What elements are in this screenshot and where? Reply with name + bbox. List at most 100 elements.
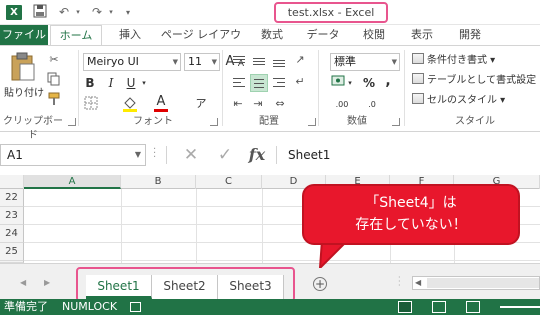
font-color-button[interactable]: A: [154, 95, 168, 112]
increase-decimal-button[interactable]: .00: [330, 96, 354, 114]
align-left-icon[interactable]: [230, 74, 248, 92]
underline-dropdown-icon[interactable]: ▾: [140, 74, 148, 92]
clipboard-group-label: クリップボード: [3, 116, 63, 141]
cut-icon[interactable]: ✂: [46, 52, 62, 68]
gridline: [262, 189, 263, 263]
font-size-select[interactable]: 11 ▼: [184, 53, 220, 71]
wrap-text-icon[interactable]: ↵: [292, 74, 308, 90]
tab-home[interactable]: ホーム: [50, 25, 102, 45]
scroll-tabs-left-icon[interactable]: ◀: [20, 278, 26, 287]
tab-split-grip-icon[interactable]: · · ·: [398, 274, 402, 290]
save-icon[interactable]: [32, 4, 48, 21]
scroll-left-icon[interactable]: ◀: [415, 278, 421, 287]
window-title: test.xlsx - Excel: [274, 2, 388, 23]
cell-styles-button[interactable]: セルのスタイル ▾: [412, 93, 505, 109]
scrollbar-thumb[interactable]: [427, 278, 539, 288]
confirm-entry-icon[interactable]: ✓: [214, 144, 236, 166]
number-launcher-icon[interactable]: [392, 118, 400, 126]
underline-button[interactable]: U: [124, 74, 138, 92]
formula-bar: A1 ▼ · · · ✕ ✓ fx Sheet1: [0, 140, 540, 168]
redo-icon[interactable]: ↷: [89, 4, 105, 21]
decrease-decimal-button[interactable]: .0: [360, 96, 384, 114]
status-bar: 準備完了 NUMLOCK: [0, 299, 540, 315]
tab-data[interactable]: データ: [304, 25, 342, 45]
copy-icon[interactable]: [46, 72, 62, 88]
align-center-icon[interactable]: [250, 74, 268, 92]
callout-line-2: 存在していない！: [355, 217, 467, 233]
column-header-b[interactable]: B: [121, 175, 196, 189]
excel-logo-icon: X: [6, 5, 22, 20]
select-all-corner[interactable]: [0, 175, 24, 189]
decrease-indent-icon[interactable]: ⇤: [230, 96, 246, 112]
column-header-a[interactable]: A: [24, 175, 121, 189]
group-divider: [404, 50, 405, 126]
row-header-22[interactable]: 22: [0, 189, 24, 207]
orientation-icon[interactable]: ↗: [292, 52, 308, 68]
align-middle-icon[interactable]: [250, 52, 268, 70]
scroll-tabs-right-icon[interactable]: ▶: [44, 278, 50, 287]
accounting-format-icon[interactable]: [330, 74, 346, 90]
format-painter-icon[interactable]: [46, 92, 62, 108]
format-as-table-icon: [412, 73, 424, 84]
italic-button[interactable]: I: [104, 74, 118, 92]
insert-function-icon[interactable]: fx: [246, 144, 268, 166]
number-group-label: 数値: [347, 116, 367, 127]
phonetic-guide-button[interactable]: ア: [194, 95, 208, 113]
conditional-formatting-icon: [412, 53, 424, 64]
styles-group-label: スタイル: [455, 116, 495, 127]
formula-bar-grip-icon[interactable]: · · ·: [153, 145, 159, 163]
zoom-slider[interactable]: [500, 306, 540, 308]
clipboard-launcher-icon[interactable]: [68, 118, 76, 126]
customize-quick-access-icon[interactable]: ▾: [122, 4, 134, 21]
redo-dropdown-icon[interactable]: ▾: [106, 4, 116, 21]
column-header-c[interactable]: C: [196, 175, 262, 189]
row-header-24[interactable]: 24: [0, 225, 24, 243]
cancel-entry-icon[interactable]: ✕: [180, 144, 202, 166]
accounting-dropdown-icon[interactable]: ▾: [346, 74, 354, 92]
font-launcher-icon[interactable]: [210, 118, 218, 126]
annotation-callout: 「Sheet4」は 存在していない！: [302, 184, 520, 245]
merge-center-icon[interactable]: ⇔: [272, 96, 288, 112]
name-box[interactable]: A1 ▼: [0, 144, 146, 166]
alignment-launcher-icon[interactable]: [308, 118, 316, 126]
gridline: [196, 189, 197, 263]
tab-review[interactable]: 校閲: [356, 25, 392, 45]
tab-view[interactable]: 表示: [404, 25, 440, 45]
comma-style-button[interactable]: ,: [382, 72, 394, 90]
tab-insert[interactable]: 挿入: [112, 25, 148, 45]
percent-style-button[interactable]: %: [362, 74, 376, 92]
tab-file[interactable]: ファイル: [0, 25, 48, 45]
page-break-view-icon[interactable]: [466, 301, 480, 313]
formula-input[interactable]: Sheet1: [277, 144, 540, 166]
horizontal-scrollbar[interactable]: ◀: [412, 276, 540, 290]
align-bottom-icon[interactable]: [270, 52, 288, 70]
align-right-icon[interactable]: [270, 74, 288, 92]
tab-developer[interactable]: 開発: [452, 25, 488, 45]
paste-icon[interactable]: [10, 52, 36, 82]
font-group-label: フォント: [133, 116, 173, 127]
format-as-table-button[interactable]: テーブルとして書式設定 ▾: [412, 73, 540, 102]
undo-dropdown-icon[interactable]: ▾: [73, 4, 83, 21]
conditional-formatting-button[interactable]: 条件付き書式 ▾: [412, 53, 495, 69]
increase-indent-icon[interactable]: ⇥: [250, 96, 266, 112]
gridline: [121, 189, 122, 263]
add-sheet-icon[interactable]: +: [313, 277, 327, 291]
tab-page-layout[interactable]: ページ レイアウト: [158, 25, 244, 61]
divider: [166, 146, 167, 164]
callout-line-1: 「Sheet4」は: [365, 195, 457, 211]
tab-formulas[interactable]: 数式: [254, 25, 290, 45]
status-mode: 準備完了: [4, 300, 48, 313]
undo-icon[interactable]: ↶: [56, 4, 72, 21]
font-name-select[interactable]: Meiryo UI ▼: [83, 53, 181, 71]
row-header-25[interactable]: 25: [0, 243, 24, 261]
row-header-23[interactable]: 23: [0, 207, 24, 225]
number-format-select[interactable]: 標準 ▼: [330, 53, 400, 71]
normal-view-icon[interactable]: [398, 301, 412, 313]
borders-icon[interactable]: [83, 96, 99, 112]
macro-record-icon[interactable]: [130, 302, 141, 312]
page-layout-view-icon[interactable]: [432, 301, 446, 313]
paste-button[interactable]: 貼り付け: [2, 84, 46, 99]
bold-button[interactable]: B: [83, 74, 97, 92]
fill-color-icon[interactable]: [122, 96, 138, 112]
align-top-icon[interactable]: [230, 52, 248, 70]
